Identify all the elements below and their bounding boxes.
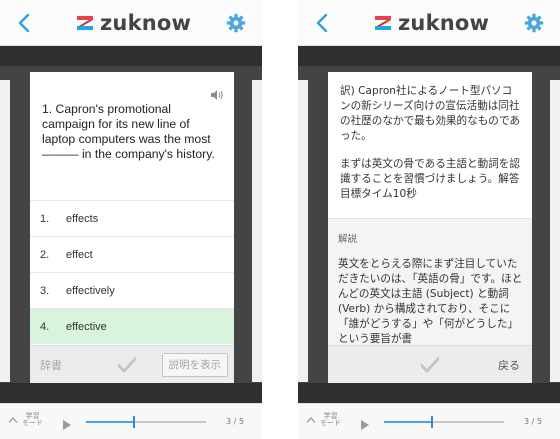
back-button[interactable] bbox=[16, 12, 34, 34]
progress-fill bbox=[86, 421, 134, 423]
chevron-up-icon bbox=[8, 417, 18, 423]
chevron-left-icon bbox=[18, 13, 30, 33]
option-text: effectively bbox=[66, 284, 115, 297]
app-header: zuknow bbox=[298, 0, 560, 46]
translation-text: 訳) Capron社によるノート型パソコンの新シリーズ向けの宣伝活動は同社の社歴… bbox=[340, 85, 520, 142]
next-card-edge[interactable] bbox=[550, 80, 560, 382]
page-counter: 3 / 5 bbox=[226, 417, 244, 426]
explanation-body: 英文をとらえる際にまず注目していただきたいのは、「英語の骨」です。ほとんどの英文… bbox=[338, 258, 523, 345]
previous-card-edge[interactable] bbox=[298, 80, 308, 382]
dictionary-button[interactable]: 辞書 bbox=[40, 357, 62, 373]
question-card: 1. Capron's promotional campaign for its… bbox=[30, 72, 234, 383]
study-mode-label: 学習 モード bbox=[22, 412, 43, 427]
option-text: effect bbox=[66, 248, 93, 261]
play-button[interactable] bbox=[360, 416, 370, 430]
explanation-screen: zuknow 訳) Capron社によるノート型パソコンの新シリーズ向けの宣伝活… bbox=[298, 0, 560, 439]
zuknow-logo-icon bbox=[375, 16, 391, 30]
answer-options: 1. effects 2. effect 3. effectively 4. e… bbox=[30, 200, 234, 344]
mark-button[interactable] bbox=[419, 355, 441, 373]
gear-icon bbox=[524, 13, 544, 33]
player-footer: 学習 モード 3 / 5 bbox=[298, 403, 560, 439]
answer-option-3[interactable]: 3. effectively bbox=[30, 272, 234, 308]
previous-card-edge[interactable] bbox=[0, 80, 10, 382]
audio-button[interactable] bbox=[210, 86, 224, 100]
explanation-card: 訳) Capron社によるノート型パソコンの新シリーズ向けの宣伝活動は同社の社歴… bbox=[328, 72, 532, 383]
slider-thumb[interactable] bbox=[133, 416, 135, 428]
app-header: zuknow bbox=[0, 0, 262, 46]
checkmark-icon bbox=[420, 356, 440, 373]
card-area: 1. Capron's promotional campaign for its… bbox=[0, 66, 262, 383]
settings-button[interactable] bbox=[524, 13, 544, 33]
checkmark-icon bbox=[117, 356, 137, 373]
option-text: effective bbox=[66, 320, 107, 333]
footer-shadow-bar bbox=[0, 383, 262, 403]
header-shadow-bar bbox=[298, 46, 560, 66]
next-card-edge[interactable] bbox=[252, 80, 262, 382]
play-icon bbox=[63, 420, 71, 430]
app-name: zuknow bbox=[398, 11, 490, 35]
chevron-up-icon bbox=[306, 417, 316, 423]
question-text: 1. Capron's promotional campaign for its… bbox=[42, 102, 215, 161]
show-explanation-button[interactable]: 説明を表示 bbox=[161, 353, 228, 377]
chevron-left-icon bbox=[316, 13, 328, 33]
play-icon bbox=[361, 420, 369, 430]
option-number: 3. bbox=[40, 284, 50, 297]
option-number: 2. bbox=[40, 248, 50, 261]
play-button[interactable] bbox=[62, 416, 72, 430]
gear-icon bbox=[226, 13, 246, 33]
option-number: 4. bbox=[40, 320, 50, 333]
answer-option-4[interactable]: 4. effective bbox=[30, 308, 234, 344]
card-toolbar: 辞書 説明を表示 bbox=[30, 345, 234, 383]
question-screen: zuknow 1. Capron's promotional campaign … bbox=[0, 0, 262, 439]
study-mode-button[interactable]: 学習 モード bbox=[8, 413, 43, 427]
back-button[interactable] bbox=[314, 12, 332, 34]
slider-thumb[interactable] bbox=[431, 416, 433, 428]
mark-button[interactable] bbox=[116, 355, 138, 373]
app-logo: zuknow bbox=[76, 10, 191, 36]
progress-fill bbox=[384, 421, 432, 423]
study-tip-text: まずは英文の骨である主語と動詞を認識することを習慣づけましょう。解答目標タイム1… bbox=[340, 158, 520, 200]
study-mode-label: 学習 モード bbox=[320, 412, 341, 427]
option-number: 1. bbox=[40, 212, 50, 225]
card-toolbar: 戻る bbox=[328, 345, 532, 383]
return-button[interactable]: 戻る bbox=[498, 357, 520, 373]
option-text: effects bbox=[66, 212, 99, 225]
app-name: zuknow bbox=[100, 11, 192, 35]
app-logo: zuknow bbox=[374, 10, 489, 36]
zuknow-logo-icon bbox=[77, 16, 93, 30]
study-mode-button[interactable]: 学習 モード bbox=[306, 413, 341, 427]
footer-shadow-bar bbox=[298, 383, 560, 403]
answer-option-2[interactable]: 2. effect bbox=[30, 236, 234, 272]
answer-option-1[interactable]: 1. effects bbox=[30, 200, 234, 236]
translation-block: 訳) Capron社によるノート型パソコンの新シリーズ向けの宣伝活動は同社の社歴… bbox=[340, 84, 522, 202]
card-progress-slider[interactable] bbox=[86, 416, 206, 428]
card-progress-slider[interactable] bbox=[384, 416, 504, 428]
card-area: 訳) Capron社によるノート型パソコンの新シリーズ向けの宣伝活動は同社の社歴… bbox=[298, 66, 560, 383]
settings-button[interactable] bbox=[226, 13, 246, 33]
speaker-icon bbox=[211, 90, 223, 100]
player-footer: 学習 モード 3 / 5 bbox=[0, 403, 262, 439]
header-shadow-bar bbox=[0, 46, 262, 66]
explanation-heading: 解説 bbox=[338, 234, 358, 245]
page-counter: 3 / 5 bbox=[524, 417, 542, 426]
